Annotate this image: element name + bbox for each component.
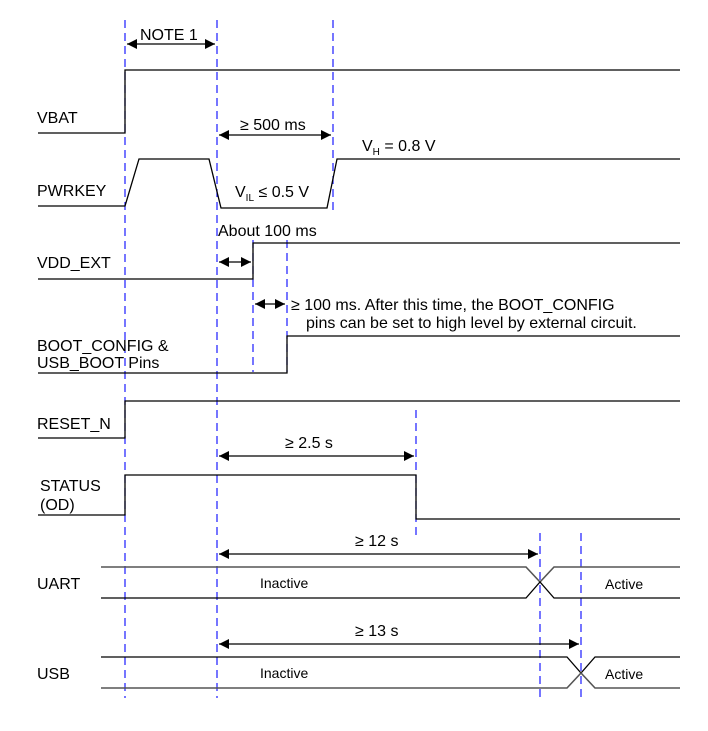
waveform-usb-high [101,656,680,674]
vh-label: VH = 0.8 V [362,138,436,158]
signal-label-status-line1: STATUS [40,478,101,495]
uart-state-active: Active [605,576,643,592]
waveform-uart-high [101,566,680,584]
vil-label: VIL ≤ 0.5 V [235,184,309,204]
waveform-usb-low [101,671,680,689]
uart-time-label: ≥ 12 s [355,533,398,550]
signal-label-boot-line2: USB_BOOT Pins [37,355,159,372]
waveform-status [38,474,680,520]
waveform-vbat [38,69,680,134]
signal-label-uart: UART [37,576,80,593]
status-time-label: ≥ 2.5 s [285,435,333,452]
pwrkey-low-time-label: ≥ 500 ms [240,117,306,134]
timing-diagram: NOTE 1 VBAT PWRKEY ≥ 500 ms VH = 0.8 V V… [37,20,680,698]
usb-state-inactive: Inactive [260,665,308,681]
usb-state-active: Active [605,666,643,682]
signal-label-boot-line1: BOOT_CONFIG & [37,338,169,355]
boot-note-line1: ≥ 100 ms. After this time, the BOOT_CONF… [291,297,615,314]
signal-label-reset-n: RESET_N [37,416,111,433]
waveform-reset-n [38,400,680,439]
signal-label-pwrkey: PWRKEY [37,183,107,200]
note1-label: NOTE 1 [140,27,198,44]
vdd-ext-delay-label: About 100 ms [218,223,317,240]
signal-label-vbat: VBAT [37,110,78,127]
waveform-vdd-ext [38,242,680,280]
usb-time-label: ≥ 13 s [355,623,398,640]
signal-label-usb: USB [37,666,70,683]
waveform-uart-low [101,581,680,599]
uart-state-inactive: Inactive [260,575,308,591]
signal-label-vdd-ext: VDD_EXT [37,255,111,272]
boot-note-line2: pins can be set to high level by externa… [306,315,637,332]
waveform-pwrkey [38,158,680,209]
signal-label-status-line2: (OD) [40,497,75,514]
